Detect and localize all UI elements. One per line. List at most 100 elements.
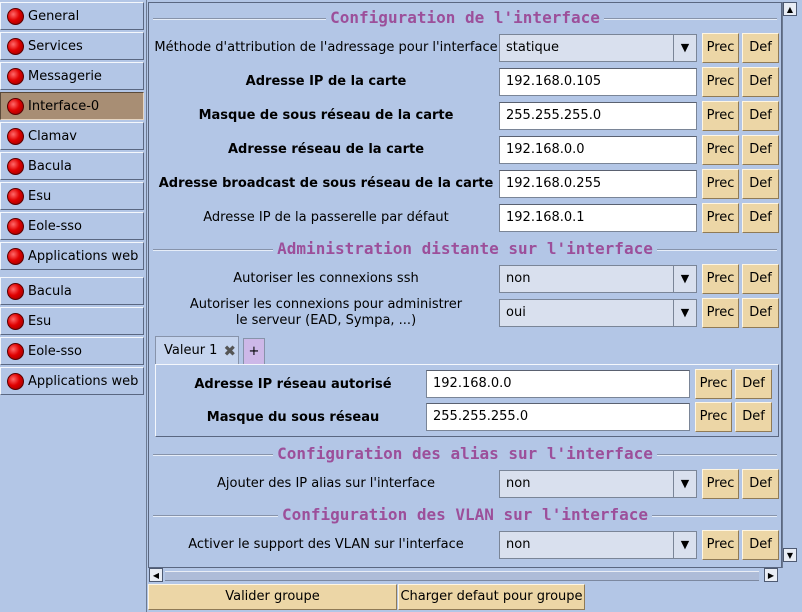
prec-button[interactable]: Prec	[695, 402, 732, 432]
tab-valeur-1[interactable]: Valeur 1 ✖	[155, 336, 239, 364]
section-title-vlan: Configuration des VLAN sur l'interface	[149, 505, 781, 525]
subnet-mask-input[interactable]: 255.255.255.0	[499, 102, 697, 130]
prec-button[interactable]: Prec	[702, 135, 739, 165]
def-button[interactable]: Def	[742, 469, 779, 499]
sidebar-item-label: Applications web	[28, 248, 139, 264]
validate-group-button[interactable]: Valider groupe	[148, 584, 397, 610]
prec-button[interactable]: Prec	[702, 530, 739, 560]
gateway-label: Adresse IP de la passerelle par défaut	[203, 210, 449, 225]
scroll-down-icon[interactable]: ▼	[783, 548, 797, 562]
sidebar-item-label: Esu	[28, 188, 52, 204]
status-dot-icon	[7, 187, 24, 205]
sidebar-item-label: Esu	[28, 313, 52, 329]
addressing-method-select[interactable]: statique ▼	[499, 34, 697, 62]
section-title-alias: Configuration des alias sur l'interface	[149, 444, 781, 464]
sidebar-item-applications-web[interactable]: Applications web	[0, 242, 144, 270]
prec-button[interactable]: Prec	[702, 67, 739, 97]
sidebar-item-bacula[interactable]: Bacula	[0, 277, 144, 305]
addressing-method-label: Méthode d'attribution de l'adressage pou…	[154, 40, 498, 55]
gateway-input[interactable]: 192.168.0.1	[499, 204, 697, 232]
vlan-select[interactable]: non ▼	[499, 531, 697, 559]
tab-label: Valeur 1	[164, 343, 218, 358]
prec-button[interactable]: Prec	[702, 169, 739, 199]
prec-button[interactable]: Prec	[702, 264, 739, 294]
sidebar-item-esu[interactable]: Esu	[0, 182, 144, 210]
status-dot-icon	[7, 97, 24, 115]
broadcast-address-label: Adresse broadcast de sous réseau de la c…	[158, 176, 494, 191]
sidebar-item-applications-web[interactable]: Applications web	[0, 367, 144, 395]
sidebar-item-label: Applications web	[28, 373, 139, 389]
status-dot-icon	[7, 312, 24, 330]
status-dot-icon	[7, 372, 24, 390]
def-button[interactable]: Def	[742, 101, 779, 131]
def-button[interactable]: Def	[742, 33, 779, 63]
def-button[interactable]: Def	[742, 264, 779, 294]
sidebar-item-clamav[interactable]: Clamav	[0, 122, 144, 150]
subnet-mask-label: Masque de sous réseau de la carte	[198, 108, 454, 123]
prec-button[interactable]: Prec	[702, 203, 739, 233]
allowed-network-input[interactable]: 192.168.0.0	[426, 370, 690, 398]
broadcast-address-input[interactable]: 192.168.0.255	[499, 170, 697, 198]
ssh-select[interactable]: non ▼	[499, 265, 697, 293]
sidebar-item-interface-0[interactable]: Interface-0	[0, 92, 144, 120]
chevron-down-icon[interactable]: ▼	[673, 35, 696, 61]
def-button[interactable]: Def	[735, 402, 772, 432]
alias-select[interactable]: non ▼	[499, 470, 697, 498]
add-value-button[interactable]: +	[243, 338, 265, 364]
admin-connections-select[interactable]: oui ▼	[499, 299, 697, 327]
status-dot-icon	[7, 342, 24, 360]
def-button[interactable]: Def	[742, 203, 779, 233]
status-dot-icon	[7, 7, 24, 25]
prec-button[interactable]: Prec	[695, 369, 732, 399]
sidebar-item-esu[interactable]: Esu	[0, 307, 144, 335]
scroll-left-icon[interactable]: ◀	[149, 568, 163, 582]
allowed-mask-input[interactable]: 255.255.255.0	[426, 403, 690, 431]
sidebar-item-label: Eole-sso	[28, 343, 82, 359]
sidebar: General Services Messagerie Interface-0 …	[0, 0, 147, 612]
ip-address-input[interactable]: 192.168.0.105	[499, 68, 697, 96]
chevron-down-icon[interactable]: ▼	[673, 471, 696, 497]
def-button[interactable]: Def	[742, 169, 779, 199]
load-default-group-button[interactable]: Charger defaut pour groupe	[398, 584, 585, 610]
sidebar-item-label: Services	[28, 38, 83, 54]
status-dot-icon	[7, 247, 24, 265]
def-button[interactable]: Def	[742, 67, 779, 97]
sidebar-item-label: General	[28, 8, 80, 24]
prec-button[interactable]: Prec	[702, 101, 739, 131]
chevron-down-icon[interactable]: ▼	[673, 300, 696, 326]
scroll-thumb[interactable]	[165, 571, 759, 581]
admin-connections-label: Autoriser les connexions pour administre…	[189, 297, 463, 328]
sidebar-item-eole-sso[interactable]: Eole-sso	[0, 212, 144, 240]
chevron-down-icon[interactable]: ▼	[673, 266, 696, 292]
sidebar-item-bacula[interactable]: Bacula	[0, 152, 144, 180]
prec-button[interactable]: Prec	[702, 298, 739, 328]
sidebar-item-label: Bacula	[28, 158, 72, 174]
scroll-up-icon[interactable]: ▲	[783, 2, 797, 16]
chevron-down-icon[interactable]: ▼	[673, 532, 696, 558]
sidebar-item-label: Eole-sso	[28, 218, 82, 234]
status-dot-icon	[7, 37, 24, 55]
main-panel: Configuration de l'interface Méthode d'a…	[148, 2, 782, 568]
sidebar-item-general[interactable]: General	[0, 2, 144, 30]
def-button[interactable]: Def	[735, 369, 772, 399]
sidebar-item-services[interactable]: Services	[0, 32, 144, 60]
sidebar-item-label: Messagerie	[28, 68, 102, 84]
vertical-scrollbar[interactable]: ▲ ▼	[782, 2, 798, 568]
section-title-interface: Configuration de l'interface	[149, 8, 781, 28]
prec-button[interactable]: Prec	[702, 469, 739, 499]
status-dot-icon	[7, 217, 24, 235]
def-button[interactable]: Def	[742, 298, 779, 328]
network-address-input[interactable]: 192.168.0.0	[499, 136, 697, 164]
def-button[interactable]: Def	[742, 135, 779, 165]
alias-label: Ajouter des IP alias sur l'interface	[217, 476, 435, 491]
def-button[interactable]: Def	[742, 530, 779, 560]
scroll-right-icon[interactable]: ▶	[764, 568, 778, 582]
section-title-remote: Administration distante sur l'interface	[149, 239, 781, 259]
vlan-label: Activer le support des VLAN sur l'interf…	[188, 537, 464, 552]
close-icon[interactable]: ✖	[223, 342, 236, 360]
sidebar-item-messagerie[interactable]: Messagerie	[0, 62, 144, 90]
prec-button[interactable]: Prec	[702, 33, 739, 63]
horizontal-scrollbar[interactable]: ◀ ▶	[149, 568, 782, 582]
network-address-label: Adresse réseau de la carte	[227, 142, 425, 157]
sidebar-item-eole-sso[interactable]: Eole-sso	[0, 337, 144, 365]
